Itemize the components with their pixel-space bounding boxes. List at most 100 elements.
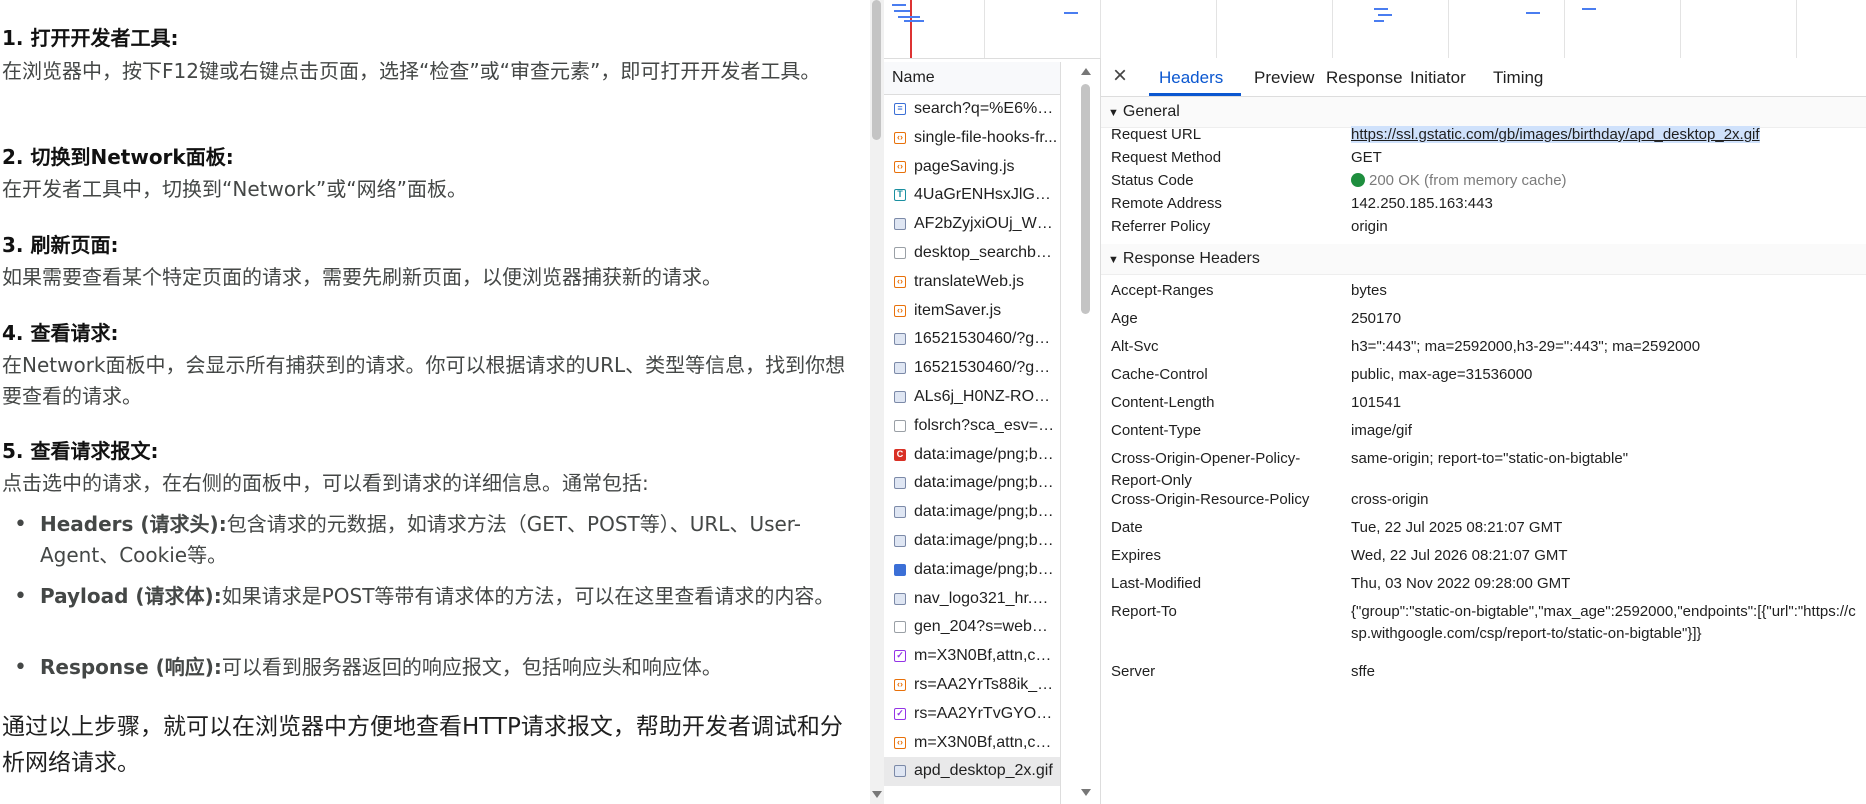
network-overview-timeline[interactable] (884, 0, 1866, 59)
tab-preview[interactable]: Preview (1254, 68, 1314, 88)
bullet-dot: • (14, 512, 27, 537)
request-name: data:image/png;bas... (914, 531, 1058, 549)
response-headers-section-header[interactable]: ▼ Response Headers (1101, 244, 1866, 275)
image-icon (894, 390, 906, 403)
request-list: Name ≡ search?q=%E6%B5... ‹› single-file-ho… (884, 62, 1061, 804)
header-key: Accept-Ranges (1111, 282, 1214, 299)
script-icon: ‹› (894, 736, 906, 749)
request-list-scrollbar-thumb[interactable] (1081, 84, 1090, 314)
request-name: translateWeb.js (914, 272, 1024, 290)
image-icon (894, 506, 906, 519)
step2-title: 2. 切换到Network面板: (2, 145, 234, 169)
request-name: AF2bZyjxiOUj_WB-... (914, 215, 1058, 233)
header-value: Wed, 22 Jul 2026 08:21:07 GMT (1351, 547, 1568, 564)
header-value: image/gif (1351, 422, 1412, 439)
request-name: itemSaver.js (914, 301, 1002, 319)
document-icon: ≡ (894, 103, 906, 115)
header-key: Expires (1111, 547, 1162, 564)
request-list-scrollbar[interactable] (1078, 62, 1094, 804)
name-column-header[interactable]: Name (884, 62, 1060, 95)
status-dot-icon (1351, 173, 1365, 187)
scroll-up-icon[interactable] (1081, 68, 1091, 75)
request-row[interactable]: AF2bZyjxiOUj_WB-... (884, 210, 1060, 239)
request-row[interactable]: nav_logo321_hr.we... (884, 585, 1060, 614)
request-detail-panel: × Headers Preview Response Initiator Tim… (1100, 58, 1866, 804)
request-row[interactable]: data:image/png;bas... (884, 469, 1060, 498)
status-code-value: 200 OK (from memory cache) (1369, 172, 1567, 189)
request-name: ALs6j_H0NZ-RO4jlR... (914, 387, 1058, 405)
request-row[interactable]: data:image/png;bas... (884, 527, 1060, 556)
header-key: Cross-Origin-Resource-Policy (1111, 491, 1310, 508)
image-icon (894, 534, 906, 547)
request-row[interactable]: Cdata:image/png;bas... (884, 441, 1060, 470)
scroll-down-icon[interactable] (872, 791, 882, 798)
step2-body: 在开发者工具中，切换到“Network”或“网络”面板。 (2, 177, 467, 201)
header-value: 250170 (1351, 310, 1402, 327)
request-name: nav_logo321_hr.we... (914, 589, 1058, 607)
timeline-marker (910, 0, 912, 58)
request-row[interactable]: 16521530460/?gad... (884, 354, 1060, 383)
request-row[interactable]: ✓ rs=AA2YrTvGYOqmi... (884, 700, 1060, 729)
request-name: gen_204?s=web&t... (914, 618, 1058, 636)
request-url-value[interactable]: https://ssl.gstatic.com/gb/images/birthd… (1351, 126, 1760, 143)
image-red-icon: C (894, 448, 906, 461)
request-row[interactable]: desktop_searchbox... (884, 239, 1060, 268)
close-icon[interactable]: × (1113, 62, 1127, 90)
request-name: 16521530460/?gad... (914, 359, 1058, 377)
request-row[interactable]: apd_desktop_2x.gif (884, 757, 1060, 787)
request-name: 16521530460/?gad... (914, 330, 1058, 348)
stylesheet-icon: ✓ (894, 707, 906, 720)
request-row[interactable]: data:image/png;bas... (884, 556, 1060, 585)
article-panel: 1. 打开开发者工具: 在浏览器中，按下F12键或右键点击页面，选择“检查”或“… (0, 0, 870, 804)
request-row[interactable]: ‹› pageSaving.js (884, 153, 1060, 182)
request-row[interactable]: T 4UaGrENHsxJlGDu... (884, 181, 1060, 210)
font-icon: T (894, 189, 906, 202)
request-row[interactable]: ≡ search?q=%E6%B5... (884, 95, 1060, 124)
request-name: data:image/png;bas... (914, 560, 1058, 578)
request-name: rs=AA2YrTvGYOqmi... (914, 704, 1058, 722)
tab-timing[interactable]: Timing (1493, 68, 1543, 88)
header-value: {"group":"static-on-bigtable","max_age":… (1351, 603, 1856, 642)
header-value: bytes (1351, 282, 1387, 299)
step5-title: 5. 查看请求报文: (2, 439, 159, 463)
header-key: Content-Length (1111, 394, 1215, 411)
bullet-response: Response (响应):可以看到服务器返回的响应报文，包括响应头和响应体。 (40, 655, 722, 679)
request-row[interactable]: gen_204?s=web&t... (884, 613, 1060, 642)
tab-response[interactable]: Response (1326, 68, 1403, 88)
bullet-headers: Headers (请求头):包含请求的元数据，如请求方法（GET、POST等）、… (40, 512, 801, 567)
request-row[interactable]: folsrch?sca_esv=49... (884, 412, 1060, 441)
header-value: public, max-age=31536000 (1351, 366, 1533, 383)
page-scrollbar-thumb[interactable] (872, 0, 881, 140)
header-key: Date (1111, 519, 1143, 536)
request-row[interactable]: data:image/png;bas... (884, 498, 1060, 527)
header-key: Remote Address (1111, 195, 1222, 212)
request-row[interactable]: ‹› itemSaver.js (884, 297, 1060, 326)
request-name: data:image/png;bas... (914, 445, 1058, 463)
file-icon (894, 419, 906, 432)
file-icon (894, 621, 906, 634)
request-name: rs=AA2YrTs88ik_9W... (914, 675, 1058, 693)
request-row[interactable]: ‹› translateWeb.js (884, 268, 1060, 297)
request-row[interactable]: ‹› rs=AA2YrTs88ik_9W... (884, 671, 1060, 700)
header-value: Thu, 03 Nov 2022 09:28:00 GMT (1351, 575, 1571, 592)
scroll-down-icon[interactable] (1081, 789, 1091, 796)
bullet-dot: • (14, 584, 27, 609)
header-key: Alt-Svc (1111, 338, 1159, 355)
step5-body: 点击选中的请求，在右侧的面板中，可以看到请求的详细信息。通常包括: (2, 471, 649, 495)
request-row[interactable]: 16521530460/?gad... (884, 325, 1060, 354)
image-icon (894, 218, 906, 231)
tab-headers[interactable]: Headers (1159, 68, 1223, 88)
header-value: origin (1351, 218, 1388, 235)
request-row[interactable]: ‹› single-file-hooks-fr... (884, 124, 1060, 153)
header-key: Status Code (1111, 172, 1194, 189)
step3-body: 如果需要查看某个特定页面的请求，需要先刷新页面，以便浏览器捕获新的请求。 (2, 265, 722, 289)
request-row[interactable]: ALs6j_H0NZ-RO4jlR... (884, 383, 1060, 412)
image-blue-icon (894, 563, 906, 576)
image-icon (894, 333, 906, 346)
page-scrollbar[interactable] (870, 0, 884, 804)
header-key: Age (1111, 310, 1138, 327)
request-row[interactable]: ✓ m=X3N0Bf,attn,cdo... (884, 642, 1060, 671)
header-key: Referrer Policy (1111, 218, 1211, 235)
tab-initiator[interactable]: Initiator (1410, 68, 1466, 88)
request-row[interactable]: ‹› m=X3N0Bf,attn,cdo... (884, 729, 1060, 758)
